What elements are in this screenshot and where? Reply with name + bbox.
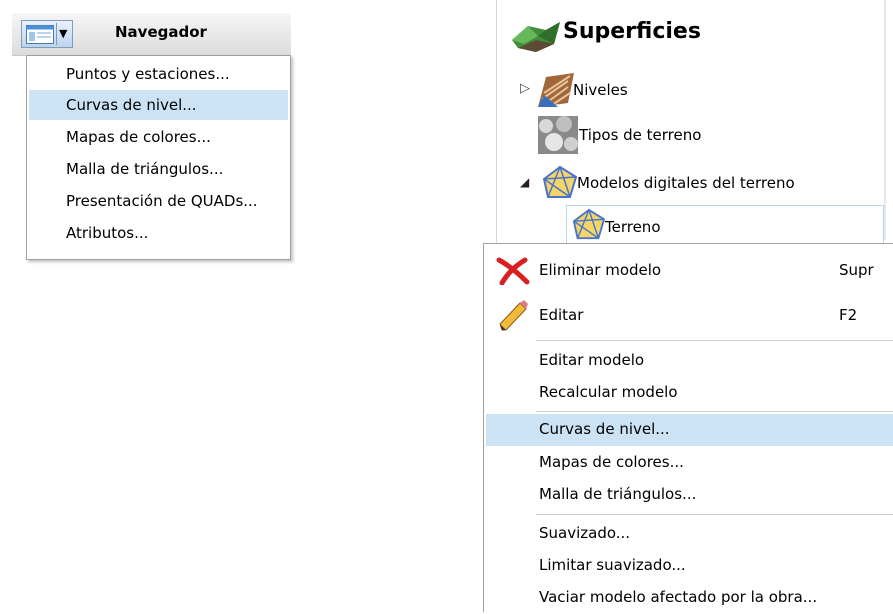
- collapse-arrow-icon[interactable]: ◢: [520, 175, 529, 189]
- context-item-editar[interactable]: Editar F2: [486, 298, 893, 334]
- context-item-limitar-suavizado[interactable]: Limitar suavizado...: [486, 552, 893, 582]
- tin-model-icon: [542, 165, 578, 198]
- context-item-suavizado[interactable]: Suavizado...: [486, 520, 893, 550]
- menu-item-mapas[interactable]: Mapas de colores...: [29, 122, 288, 152]
- context-item-label: Eliminar modelo: [539, 261, 662, 279]
- menu-divider: [536, 340, 893, 341]
- menu-item-malla[interactable]: Malla de triángulos...: [29, 154, 288, 184]
- delete-x-icon: [496, 257, 530, 285]
- shortcut-label: Supr: [839, 261, 874, 279]
- context-item-label: Mapas de colores...: [539, 453, 684, 471]
- button-separator: [56, 23, 57, 45]
- expand-arrow-icon[interactable]: ▷: [520, 81, 530, 96]
- context-item-label: Suavizado...: [539, 524, 631, 542]
- shortcut-label: F2: [839, 306, 858, 324]
- context-item-recalcular[interactable]: Recalcular modelo: [486, 379, 893, 409]
- navigator-toolbar: ▼ Navegador: [12, 13, 291, 56]
- tin-model-icon: [572, 208, 606, 240]
- context-item-editar-modelo[interactable]: Editar modelo: [486, 347, 893, 377]
- tree-root-superficies[interactable]: Superficies: [563, 19, 701, 44]
- window-icon: [26, 25, 54, 44]
- panel-scroll-edge: [884, 0, 886, 240]
- context-item-label: Recalcular modelo: [539, 383, 678, 401]
- tree-node-tipos-terreno[interactable]: Tipos de terreno: [579, 126, 701, 144]
- context-item-mapas[interactable]: Mapas de colores...: [486, 449, 893, 479]
- toolbar-title: Navegador: [115, 23, 207, 41]
- levels-icon: [538, 73, 574, 107]
- context-item-curvas[interactable]: Curvas de nivel...: [486, 414, 893, 446]
- tree-node-terreno[interactable]: Terreno: [605, 218, 661, 236]
- context-item-label: Editar: [539, 306, 584, 324]
- context-item-label: Limitar suavizado...: [539, 556, 686, 574]
- context-item-vaciar[interactable]: Vaciar modelo afectado por la obra...: [486, 584, 893, 614]
- view-dropdown-menu: Puntos y estaciones... Curvas de nivel..…: [26, 55, 291, 260]
- tree-node-niveles[interactable]: Niveles: [573, 81, 628, 99]
- dropdown-caret-icon[interactable]: ▼: [59, 27, 67, 40]
- tree-node-modelos[interactable]: Modelos digitales del terreno: [577, 174, 795, 192]
- menu-item-atributos[interactable]: Atributos...: [29, 218, 288, 248]
- menu-divider: [536, 514, 893, 515]
- menu-item-puntos[interactable]: Puntos y estaciones...: [29, 59, 288, 89]
- context-menu: Eliminar modelo Supr Editar F2 Editar mo…: [483, 243, 893, 612]
- context-item-label: Malla de triángulos...: [539, 485, 697, 503]
- menu-divider: [536, 411, 893, 412]
- context-item-eliminar[interactable]: Eliminar modelo Supr: [486, 253, 893, 289]
- context-item-malla[interactable]: Malla de triángulos...: [486, 481, 893, 511]
- context-item-label: Curvas de nivel...: [539, 420, 670, 438]
- view-menu-button[interactable]: ▼: [21, 20, 73, 48]
- pencil-icon: [499, 300, 528, 331]
- menu-item-quads[interactable]: Presentación de QUADs...: [29, 186, 288, 216]
- context-item-label: Editar modelo: [539, 351, 645, 369]
- menu-item-curvas[interactable]: Curvas de nivel...: [29, 90, 288, 120]
- terrain-surface-icon: [512, 22, 560, 52]
- terrain-types-icon: [538, 116, 578, 154]
- context-item-label: Vaciar modelo afectado por la obra...: [539, 588, 818, 606]
